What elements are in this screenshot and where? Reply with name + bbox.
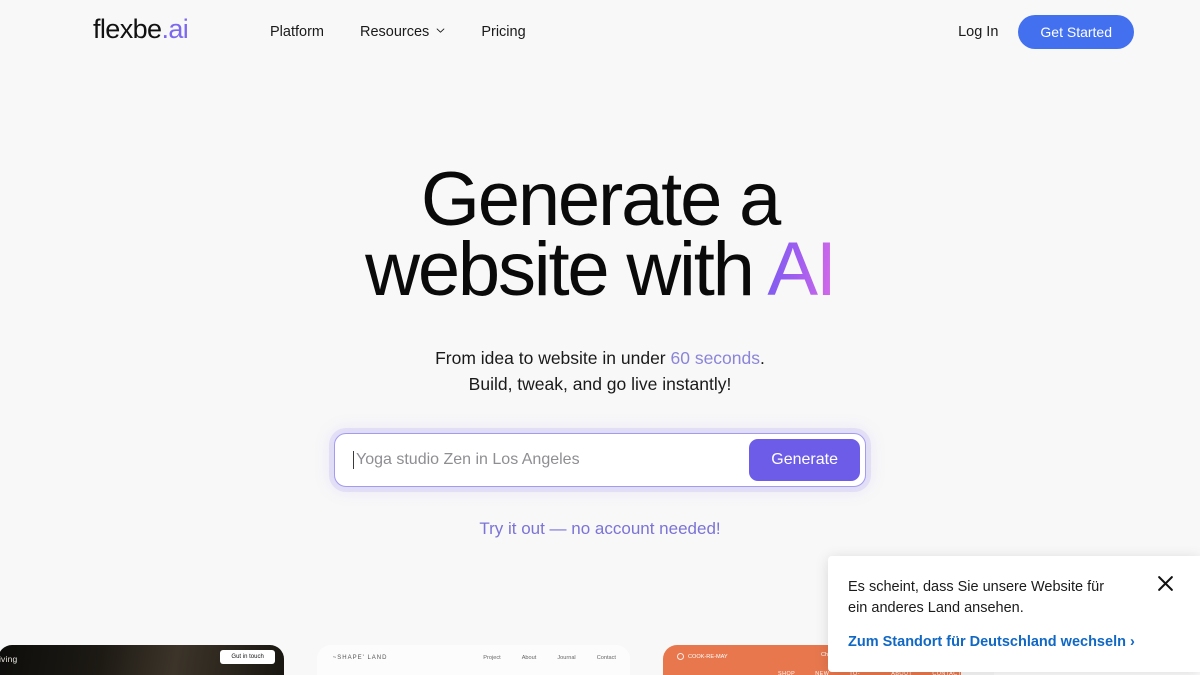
logo-suffix: .ai: [161, 14, 189, 44]
showcase-orange-logo-text: COOK-RE-MAY: [687, 653, 728, 660]
nav-label-platform: Platform: [270, 23, 324, 40]
hero-subtitle: From idea to website in under 60 seconds…: [0, 345, 1200, 397]
circle-icon: [676, 653, 684, 660]
showcase-card-white-nav: Project About Journal Contact: [483, 655, 616, 661]
nav-item-resources[interactable]: Resources: [360, 24, 445, 40]
chevron-down-icon: [436, 26, 445, 35]
headline-accent-ai: AI: [767, 227, 837, 312]
showcase-white-nav-0: Project: [483, 655, 501, 661]
nav-item-pricing[interactable]: Pricing: [481, 24, 525, 40]
showcase-card-dark[interactable]: bes living Gut in touch: [0, 645, 284, 675]
header-actions: Log In Get Started: [958, 0, 1134, 63]
showcase-white-nav-2: Journal: [557, 655, 576, 661]
get-started-button[interactable]: Get Started: [1018, 14, 1134, 49]
site-header: flexbe .ai Platform Resources Pricing Log…: [0, 0, 1200, 63]
generate-button[interactable]: Generate: [749, 439, 860, 481]
prompt-input-wrapper[interactable]: Generate: [334, 433, 866, 487]
nav-item-platform[interactable]: Platform: [270, 24, 324, 40]
subtitle-prefix: From idea to website in under: [435, 348, 671, 368]
geo-notice-message: Es scheint, dass Sie unsere Website für …: [848, 579, 1105, 616]
try-it-out-link[interactable]: Try it out — no account needed!: [0, 519, 1200, 539]
landing-page: flexbe .ai Platform Resources Pricing Log…: [0, 0, 1200, 675]
showcase-card-dark-text: bes living: [0, 654, 18, 664]
login-link[interactable]: Log In: [958, 24, 998, 40]
close-icon[interactable]: [1154, 572, 1176, 594]
subtitle-accent: 60 seconds: [670, 348, 761, 368]
logo-name: flexbe: [93, 14, 162, 44]
geo-redirect-notice: Es scheint, dass Sie unsere Website für …: [828, 556, 1200, 672]
showcase-white-nav-1: About: [521, 655, 537, 661]
page-title: Generate a website with AI: [0, 162, 1200, 308]
showcase-card-white-logo: ~SHAPE' LAND: [332, 655, 388, 661]
showcase-card-white[interactable]: ~SHAPE' LAND Project About Journal Conta…: [316, 645, 630, 675]
subtitle-suffix: .: [760, 348, 765, 368]
hero-subtitle-line-1: From idea to website in under 60 seconds…: [0, 345, 1200, 371]
showcase-orange-nav-0: SHOP: [777, 671, 796, 675]
hero-subtitle-line-2: Build, tweak, and go live instantly!: [468, 374, 732, 394]
headline-line-2: website with AI: [0, 232, 1200, 308]
logo[interactable]: flexbe .ai: [93, 14, 189, 44]
showcase-white-nav-3: Contact: [596, 655, 616, 661]
showcase-card-dark-button[interactable]: Gut in touch: [220, 650, 275, 664]
nav-label-pricing: Pricing: [481, 23, 526, 40]
showcase-orange-nav-1: NEW: [815, 671, 830, 675]
geo-notice-link[interactable]: Zum Standort für Deutschland wechseln ›: [848, 634, 1176, 650]
nav-label-resources: Resources: [360, 23, 430, 40]
showcase-card-orange-logo: COOK-RE-MAY: [676, 653, 728, 660]
primary-nav: Platform Resources Pricing: [270, 0, 526, 63]
headline-line-2-prefix: website with: [365, 227, 768, 312]
prompt-input[interactable]: [354, 434, 750, 486]
